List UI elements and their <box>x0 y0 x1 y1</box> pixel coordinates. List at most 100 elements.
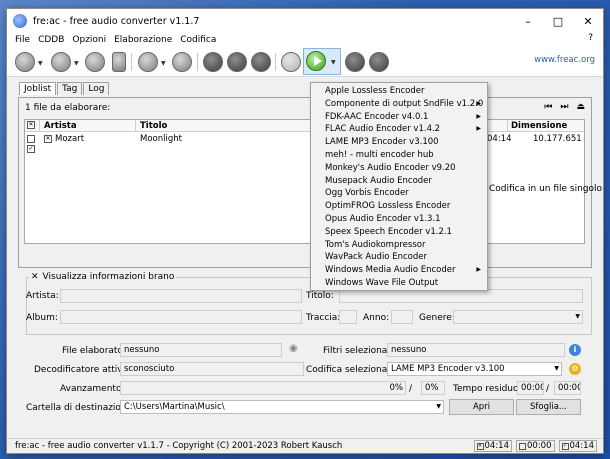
single-file-option[interactable]: Codifica in un file singolo <box>477 184 602 194</box>
info-icon[interactable]: i <box>569 344 581 356</box>
column-title[interactable]: Titolo <box>140 121 167 131</box>
filter-icon[interactable] <box>227 52 247 72</box>
encoder-menu-item-label: Monkey's Audio Encoder v9.20 <box>325 162 456 173</box>
track-list[interactable]: ✕ Artista Titolo Dimensione ✕ Mozart Moo… <box>24 119 585 244</box>
gear-icon[interactable] <box>251 52 271 72</box>
encoder-menu-item-label: FLAC Audio Encoder v1.4.2 <box>325 124 441 135</box>
album-input[interactable] <box>60 310 302 324</box>
next-track-icon[interactable]: ⏭ <box>560 102 568 112</box>
row-checkbox[interactable] <box>27 135 35 143</box>
destination-value: C:\Users\Martina\Music\ <box>124 402 225 412</box>
encoder-menu-item[interactable]: LAME MP3 Encoder v3.100 <box>311 136 487 149</box>
eject-icon[interactable]: ⏏ <box>576 102 585 112</box>
encoder-menu-item[interactable]: Ogg Vorbis Encoder <box>311 187 487 200</box>
column-separator <box>507 120 508 132</box>
encoder-menu-item-label: WavPack Audio Encoder <box>325 252 427 263</box>
music-note-icon[interactable] <box>85 52 105 72</box>
destination-select[interactable]: C:\Users\Martina\Music\ ▼ <box>120 400 444 414</box>
encoder-menu-item[interactable]: Speex Speech Encoder v1.2.1 <box>311 226 487 239</box>
main-window: fre:ac - free audio converter v1.1.7 – □… <box>6 8 604 454</box>
chevron-down-icon: ▼ <box>436 403 441 410</box>
encoder-menu-item[interactable]: Apple Lossless Encoder <box>311 85 487 98</box>
encoder-menu-item[interactable]: Musepack Audio Encoder <box>311 175 487 188</box>
cddb-dropdown-icon[interactable]: ▼ <box>161 60 166 67</box>
encoder-menu-item[interactable]: Monkey's Audio Encoder v9.20 <box>311 162 487 175</box>
progress-field-2: 0% <box>421 381 445 395</box>
column-separator <box>39 120 40 132</box>
title-input[interactable] <box>339 289 583 303</box>
encoder-menu-item[interactable]: Componente di output SndFile v1.2.0 ▶ <box>311 98 487 111</box>
status-time-checked: ✓ 04:14 <box>558 440 597 452</box>
start-encoding-button[interactable]: ▼ <box>303 48 341 75</box>
pause-icon[interactable] <box>345 52 365 72</box>
encoder-menu-item[interactable]: Tom's Audiokompressor <box>311 239 487 252</box>
add-files-icon[interactable] <box>15 52 35 72</box>
select-all-checkbox[interactable]: ✕ <box>27 121 35 129</box>
remaining-field-1: 00:00 <box>517 381 544 395</box>
track-info-group <box>26 277 592 335</box>
column-size[interactable]: Dimensione <box>511 121 567 131</box>
encoder-menu-item[interactable]: meh! - multi encoder hub <box>311 149 487 162</box>
encoder-menu-item[interactable]: Opus Audio Encoder v1.3.1 <box>311 213 487 226</box>
cddb-query-icon[interactable] <box>138 52 158 72</box>
share-icon[interactable] <box>281 52 301 72</box>
artist-input[interactable] <box>60 289 302 303</box>
stop-icon[interactable] <box>369 52 389 72</box>
encoder-menu-item[interactable]: WavPack Audio Encoder <box>311 251 487 264</box>
tab-bar: Joblist Tag Log <box>19 82 110 95</box>
encoder-menu-item-label: FDK-AAC Encoder v4.0.1 <box>325 111 429 122</box>
processed-file-label: File elaborato: <box>62 346 126 356</box>
track-info-toggle[interactable]: ✕ Visualizza informazioni brano <box>29 272 177 282</box>
open-folder-button[interactable]: Apri <box>449 399 514 415</box>
encoder-menu-item[interactable]: Windows Wave File Output <box>311 277 487 290</box>
close-window-button[interactable]: ✕ <box>573 9 603 33</box>
add-cd-icon[interactable] <box>51 52 71 72</box>
toolbar-separator <box>131 53 132 71</box>
encoder-menu-item-label: OptimFROG Lossless Encoder <box>325 201 451 212</box>
settings-icon[interactable]: ⚙ <box>569 363 581 375</box>
remaining-slash: / <box>546 384 550 394</box>
add-files-dropdown-icon[interactable]: ▼ <box>38 60 43 67</box>
encoder-menu-item[interactable]: OptimFROG Lossless Encoder <box>311 200 487 213</box>
table-row[interactable]: ✕ Mozart Moonlight 04:14 10.177.651 <box>25 133 584 145</box>
track-input[interactable] <box>339 310 357 324</box>
encoder-select[interactable]: LAME MP3 Encoder v3.100 ▼ <box>387 362 562 376</box>
filters-field: nessuno <box>387 343 565 357</box>
tab-joblist[interactable]: Joblist <box>19 82 57 95</box>
title-bar: fre:ac - free audio converter v1.1.7 – □… <box>7 9 603 33</box>
submenu-arrow-icon: ▶ <box>476 99 481 107</box>
progress-slash: / <box>409 384 413 394</box>
row-checkbox[interactable]: ✓ <box>27 145 35 153</box>
add-cd-dropdown-icon[interactable]: ▼ <box>74 60 79 67</box>
menu-options[interactable]: Opzioni <box>68 35 110 45</box>
year-input[interactable] <box>391 310 413 324</box>
menu-help[interactable]: ? <box>588 33 593 43</box>
track-checkbox[interactable]: ✕ <box>44 135 52 143</box>
track-list-header: ✕ Artista Titolo Dimensione <box>25 120 584 132</box>
minimize-button[interactable]: – <box>513 9 543 33</box>
encoder-menu-item-label: Speex Speech Encoder v1.2.1 <box>325 226 452 237</box>
checkbox-icon: ✓ <box>561 442 569 450</box>
previous-track-icon[interactable]: ⏮ <box>544 102 552 112</box>
freac-website-link[interactable]: www.freac.org <box>534 55 595 65</box>
menu-encode[interactable]: Codifica <box>176 35 220 45</box>
encoder-dropdown-icon[interactable]: ▼ <box>331 59 336 66</box>
maximize-button[interactable]: □ <box>543 9 573 33</box>
browse-button[interactable]: Sfoglia... <box>516 399 581 415</box>
row-time: 04:14 <box>487 134 512 144</box>
tab-tag[interactable]: Tag <box>57 82 83 95</box>
file-lock-icon[interactable] <box>112 52 126 72</box>
tab-log[interactable]: Log <box>83 82 110 95</box>
menu-file[interactable]: File <box>11 35 34 45</box>
tools-icon[interactable] <box>203 52 223 72</box>
encoder-menu-item[interactable]: FDK-AAC Encoder v4.0.1 ▶ <box>311 111 487 124</box>
genre-select[interactable]: ▼ <box>453 310 583 324</box>
submenu-arrow-icon: ▶ <box>476 266 481 274</box>
menu-cddb[interactable]: CDDB <box>34 35 68 45</box>
track-info-toggle-icon[interactable]: ✕ <box>31 272 39 282</box>
encoder-menu-item[interactable]: Windows Media Audio Encoder ▶ <box>311 264 487 277</box>
cddb-submit-icon[interactable] <box>172 52 192 72</box>
menu-processing[interactable]: Elaborazione <box>110 35 176 45</box>
encoder-menu-item[interactable]: FLAC Audio Encoder v1.4.2 ▶ <box>311 123 487 136</box>
column-artist[interactable]: Artista <box>44 121 77 131</box>
